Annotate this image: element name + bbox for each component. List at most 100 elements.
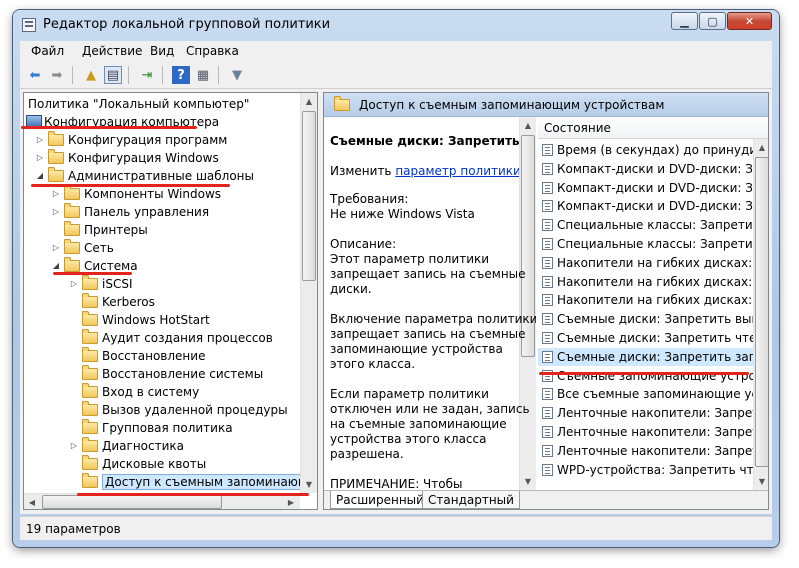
properties-icon[interactable]: ▦ [194, 66, 212, 84]
setting-row[interactable]: Съемные диски: Запретить чтение [538, 329, 753, 347]
tree-scrollbar[interactable]: ▲ ▼ [300, 93, 317, 493]
setting-row[interactable]: Компакт-диски и DVD-диски: Запрет [538, 179, 753, 197]
expand-arrow-icon[interactable]: ▷ [51, 203, 61, 221]
expand-arrow-icon[interactable]: ▷ [35, 149, 45, 167]
folder-icon [48, 149, 64, 164]
show-hide-tree-icon[interactable]: ▤ [104, 66, 122, 84]
tree-item[interactable]: Групповая политика [24, 419, 301, 437]
expand-arrow-icon[interactable]: ▷ [69, 275, 79, 293]
menu-help[interactable]: Справка [186, 44, 239, 58]
close-button[interactable]: ✕ [727, 12, 772, 30]
setting-row[interactable]: Компакт-диски и DVD-диски: Запрет [538, 160, 753, 178]
tree-item[interactable]: Доступ к съемным запоминающ [24, 473, 313, 491]
setting-row[interactable]: Съемные диски: Запретить запись [538, 347, 753, 366]
setting-row[interactable]: Ленточные накопители: Запретить ч [538, 423, 753, 441]
tree-item[interactable]: ▷ Панель управления [24, 203, 301, 221]
help-icon[interactable]: ? [172, 66, 190, 84]
tree-item[interactable]: ▷ Конфигурация Windows [24, 149, 301, 167]
column-header-state[interactable]: Состояние [538, 117, 768, 139]
description-scrollbar[interactable]: ▲ ▼ [519, 117, 536, 490]
menu-file[interactable]: Файл [31, 44, 64, 58]
setting-row[interactable]: Специальные классы: Запретить чте [538, 216, 753, 234]
tree-item-label: Групповая политика [102, 421, 233, 435]
expand-arrow-icon[interactable]: ▷ [35, 131, 45, 149]
scroll-thumb[interactable] [755, 157, 768, 467]
up-folder-icon[interactable]: ▲ [82, 66, 100, 84]
tree-item[interactable]: Вызов удаленной процедуры [24, 401, 301, 419]
scroll-up-icon[interactable]: ▲ [754, 139, 768, 156]
tree-item-label: Сеть [84, 241, 114, 255]
scroll-up-icon[interactable]: ▲ [520, 117, 536, 134]
setting-row[interactable]: Съемные диски: Запретить выполне [538, 310, 753, 328]
description-panel: Съемные диски: Запретить запись Изменить… [324, 117, 536, 490]
collapse-arrow-icon[interactable]: ◢ [35, 167, 45, 185]
setting-row[interactable]: Все съемные запоминающие устрой [538, 385, 753, 403]
setting-row[interactable]: Компакт-диски и DVD-диски: Запрет [538, 197, 753, 215]
title-bar[interactable]: Редактор локальной групповой политики ▁ … [13, 10, 779, 40]
scroll-thumb[interactable] [42, 495, 222, 509]
tree-item[interactable]: ◢ Административные шаблоны [24, 167, 301, 185]
tree-item[interactable]: Политика "Локальный компьютер" [24, 95, 301, 113]
tree-item[interactable]: ▷ Диагностика [24, 437, 301, 455]
tab-extended[interactable]: Расширенный [330, 491, 430, 509]
tree-item[interactable]: Kerberos [24, 293, 301, 311]
tab-standard[interactable]: Стандартный [422, 491, 520, 509]
setting-row[interactable]: Накопители на гибких дисках: Запре [538, 291, 753, 309]
setting-row[interactable]: Накопители на гибких дисках: Запре [538, 254, 753, 272]
tree-item[interactable]: Windows HotStart [24, 311, 301, 329]
folder-icon [82, 293, 98, 308]
scroll-left-icon[interactable]: ◀ [24, 494, 40, 509]
policy-setting-icon [542, 444, 553, 457]
scroll-thumb[interactable] [302, 111, 316, 281]
filter-icon[interactable]: ▼ [228, 66, 246, 84]
back-arrow-icon[interactable]: ⬅ [26, 66, 44, 84]
tree-item[interactable]: ▷ Компоненты Windows [24, 185, 301, 203]
setting-label: Накопители на гибких дисках: Запре [557, 255, 753, 270]
setting-row[interactable]: Съемные запоминающие устройства [538, 367, 753, 385]
setting-row[interactable]: Время (в секундах) до принудительн [538, 141, 753, 159]
column-header-label: Состояние [544, 121, 611, 135]
setting-label: Специальные классы: Запретить чте [557, 218, 753, 233]
tree-item[interactable]: Принтеры [24, 221, 301, 239]
red-underline [539, 372, 749, 375]
setting-row[interactable]: WPD-устройства: Запретить чтение [538, 461, 753, 479]
scroll-down-icon[interactable]: ▼ [301, 476, 317, 493]
expand-arrow-icon[interactable]: ▷ [51, 239, 61, 257]
export-list-icon[interactable]: ⇥ [138, 66, 156, 84]
setting-row[interactable]: Специальные классы: Запретить за [538, 235, 753, 253]
expand-arrow-icon[interactable]: ▷ [51, 185, 61, 203]
setting-label: Съемные диски: Запретить чтение [557, 331, 753, 345]
tree-item[interactable]: ▷ iSCSI [24, 275, 301, 293]
scroll-up-icon[interactable]: ▲ [301, 93, 317, 110]
toolbar-separator [162, 66, 163, 84]
setting-label: Накопители на гибких дисках: Запре [557, 293, 753, 308]
scroll-down-icon[interactable]: ▼ [754, 473, 768, 490]
setting-row[interactable]: Ленточные накопители: Запретить в [538, 404, 753, 422]
setting-row[interactable]: Ленточные накопители: Запретить з [538, 442, 753, 460]
red-underline [31, 184, 230, 187]
setting-label: Компакт-диски и DVD-диски: Запрет [557, 180, 753, 195]
maximize-button[interactable]: ▢ [699, 12, 726, 30]
folder-icon [82, 365, 98, 380]
menu-action[interactable]: Действие [82, 44, 142, 58]
menu-view[interactable]: Вид [150, 44, 174, 58]
forward-arrow-icon[interactable]: ➡ [48, 66, 66, 84]
tree-item[interactable]: Восстановление системы [24, 365, 301, 383]
tree-pane: Политика "Локальный компьютер" Конфигурац… [23, 92, 318, 510]
policy-setting-icon [542, 313, 553, 326]
list-scrollbar[interactable]: ▲ ▼ [753, 139, 768, 490]
settings-list: Состояние ▲ ▼ Время (в секундах) до прин… [538, 117, 768, 490]
tree-item[interactable]: Аудит создания процессов [24, 329, 301, 347]
tree-item[interactable]: Дисковые квоты [24, 455, 301, 473]
tree-item[interactable]: Вход в систему [24, 383, 301, 401]
edit-policy-link[interactable]: параметр политики [395, 164, 521, 178]
minimize-button[interactable]: ▁ [671, 12, 698, 30]
tree-item[interactable]: ▷ Конфигурация программ [24, 131, 301, 149]
scroll-down-icon[interactable]: ▼ [520, 473, 536, 490]
tree-item[interactable]: Восстановление [24, 347, 301, 365]
description-line: Не ниже Windows Vista [330, 207, 475, 221]
scroll-right-icon[interactable]: ▶ [283, 494, 299, 509]
expand-arrow-icon[interactable]: ▷ [69, 437, 79, 455]
tree-item[interactable]: ▷ Сеть [24, 239, 301, 257]
setting-row[interactable]: Накопители на гибких дисках: Запр [538, 273, 753, 291]
